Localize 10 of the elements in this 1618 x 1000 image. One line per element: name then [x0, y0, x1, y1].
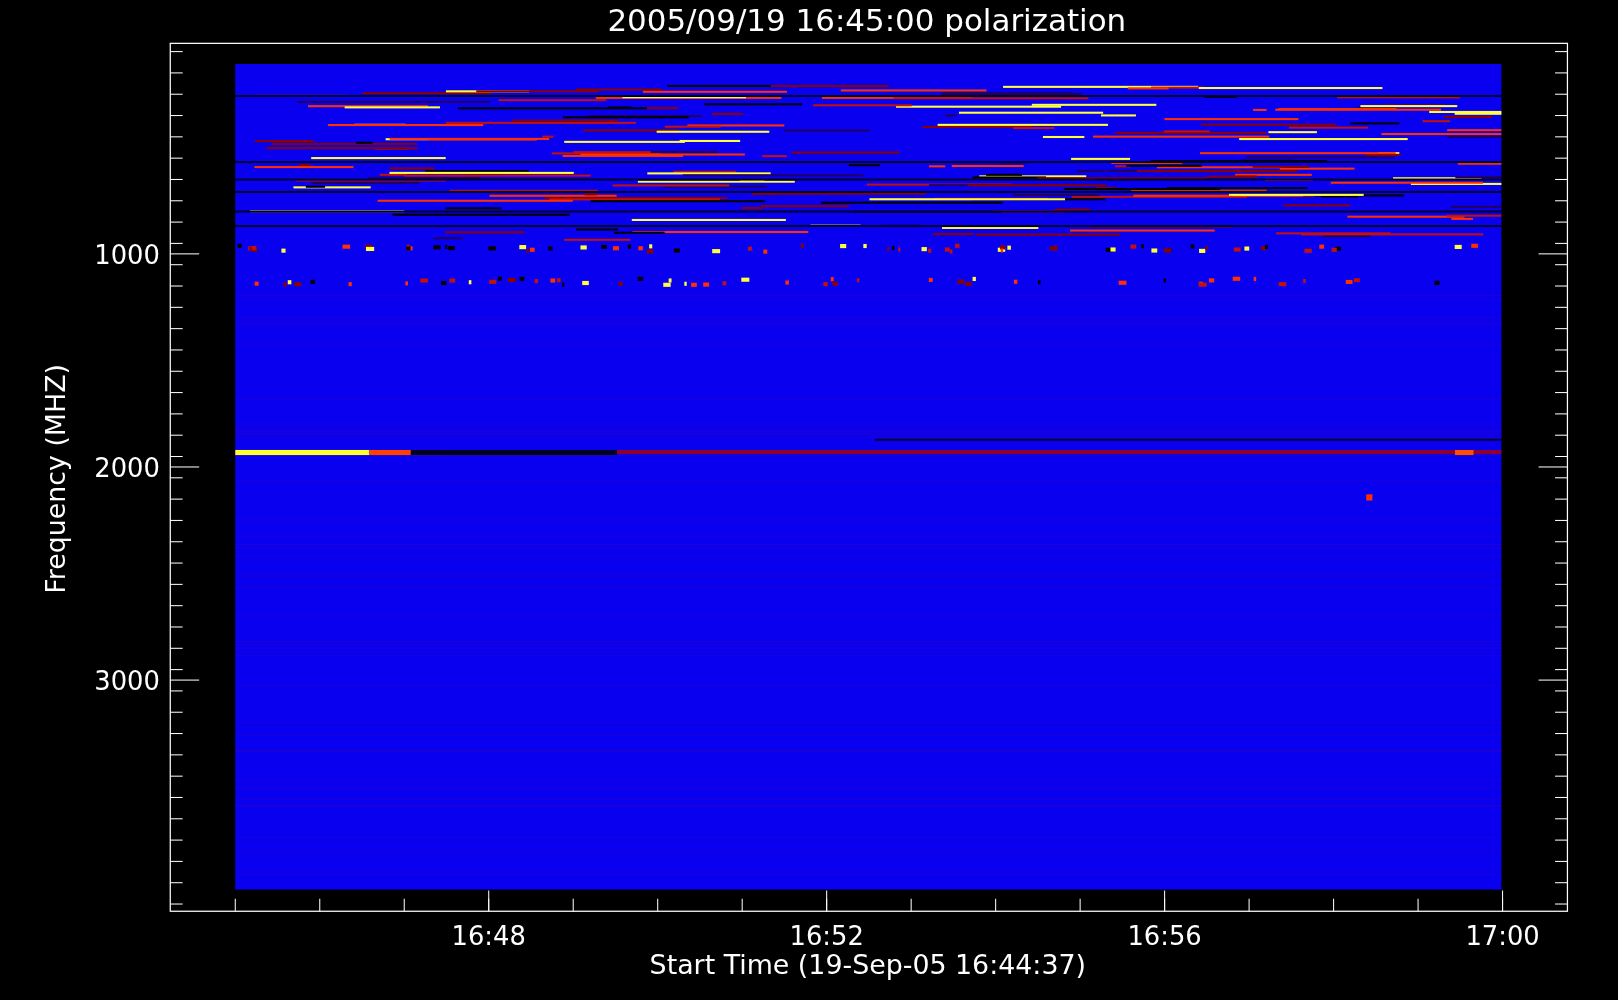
tick-label: 16:52 [789, 921, 864, 952]
tick-label: 2000 [94, 453, 160, 484]
tick-label: 16:48 [451, 921, 526, 952]
plot-title: 2005/09/19 16:45:00 polarization [607, 1, 1127, 38]
tick-label: 1000 [94, 240, 160, 271]
tick-label: 16:56 [1127, 921, 1202, 952]
axis-label: Frequency (MHZ) [40, 363, 71, 594]
tick-label: 3000 [94, 666, 160, 697]
axis-label: Start Time (19-Sep-05 16:44:37) [649, 949, 1086, 981]
tick-label: 17:00 [1465, 921, 1540, 952]
